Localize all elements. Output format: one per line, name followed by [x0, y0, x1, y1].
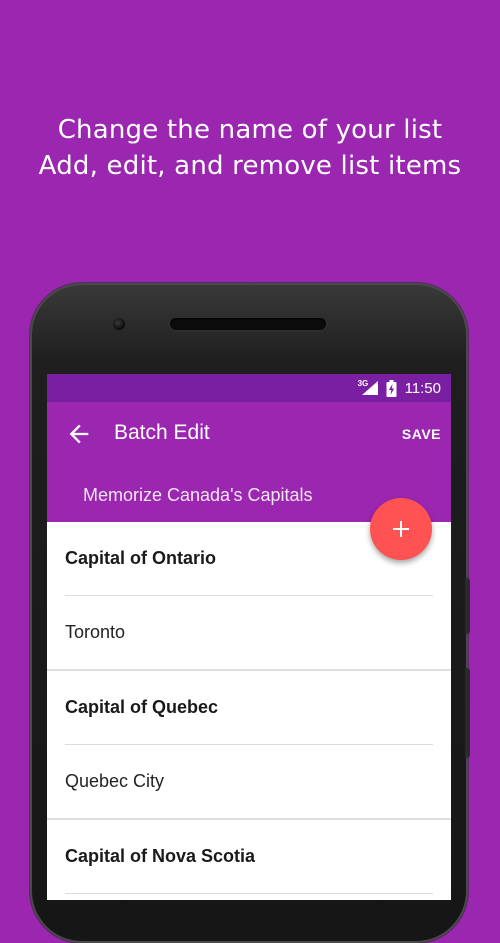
plus-icon [393, 521, 409, 537]
page-title: Batch Edit [114, 421, 210, 444]
item-answer-field[interactable]: Toronto [47, 596, 451, 669]
arrow-left-icon [69, 424, 89, 444]
item-list: Capital of Ontario Toronto Capital of Qu… [47, 522, 451, 894]
earpiece-speaker [170, 318, 326, 330]
promo-line-1: Change the name of your list [57, 115, 443, 145]
item-question-field[interactable]: Capital of Nova Scotia [47, 820, 451, 893]
phone-volume-button [465, 578, 470, 634]
save-button[interactable]: SAVE [402, 426, 441, 442]
add-item-button[interactable] [370, 498, 432, 560]
network-indicator: 3G [358, 379, 378, 397]
item-question-field[interactable]: Capital of Quebec [47, 671, 451, 744]
battery-charging-icon [386, 379, 397, 397]
phone-power-button [465, 668, 470, 758]
item-answer-field[interactable]: Quebec City [47, 745, 451, 818]
promo-caption: Change the name of your list Add, edit, … [0, 112, 500, 184]
signal-icon [361, 381, 378, 395]
phone-screen: 3G 11:50 Batch Edit SAVE Memorize Canada… [47, 374, 451, 900]
front-camera [113, 318, 125, 330]
back-button[interactable] [65, 420, 93, 448]
status-bar: 3G 11:50 [47, 374, 451, 402]
field-divider [65, 893, 433, 894]
list-name-field[interactable]: Memorize Canada's Capitals [83, 485, 313, 506]
promo-line-2: Add, edit, and remove list items [38, 151, 462, 181]
status-time: 11:50 [404, 379, 441, 397]
